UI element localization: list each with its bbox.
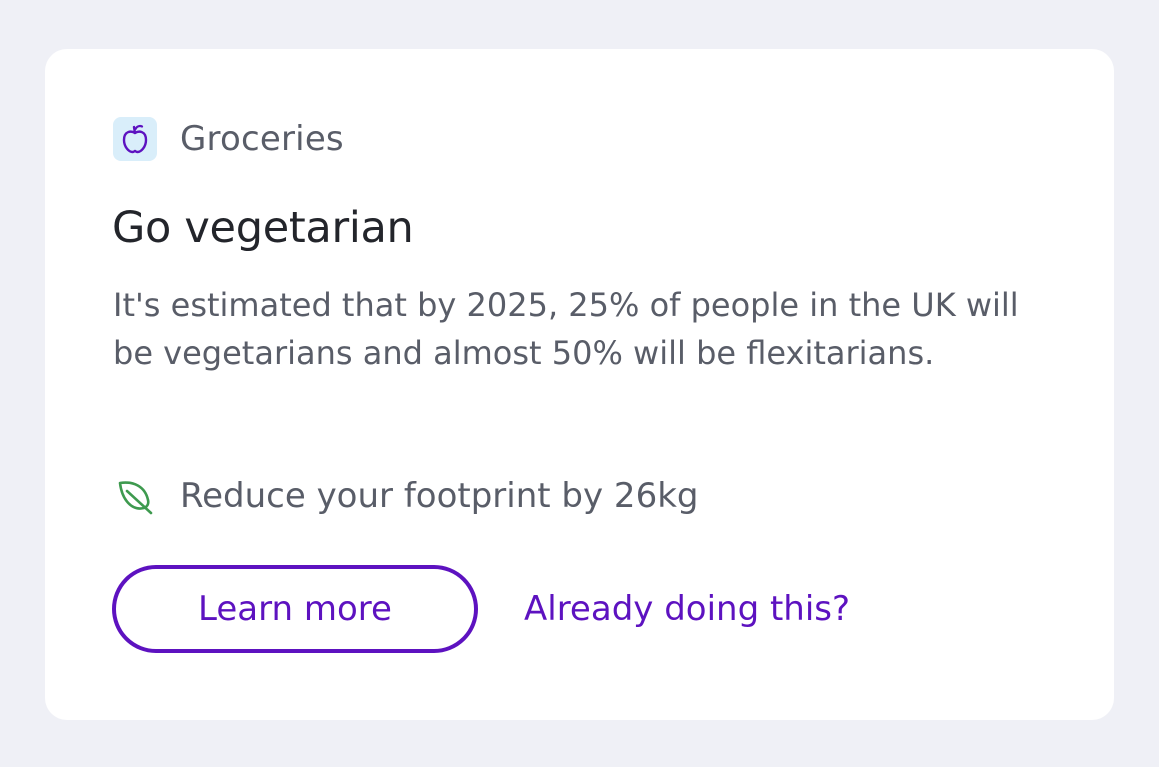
leaf-icon xyxy=(113,474,157,518)
category-row: Groceries xyxy=(113,117,344,161)
impact-row: Reduce your footprint by 26kg xyxy=(113,474,698,518)
apple-icon xyxy=(113,117,157,161)
category-label: Groceries xyxy=(180,119,344,159)
card-description: It's estimated that by 2025, 25% of peop… xyxy=(113,286,1019,372)
impact-label: Reduce your footprint by 26kg xyxy=(180,476,699,516)
already-doing-this-link[interactable]: Already doing this? xyxy=(524,589,850,629)
learn-more-button[interactable]: Learn more xyxy=(112,565,478,653)
action-card: Groceries Go vegetarian It's estimated t… xyxy=(45,49,1114,720)
card-actions: Learn more Already doing this? xyxy=(112,565,850,653)
card-title: Go vegetarian xyxy=(112,203,414,253)
